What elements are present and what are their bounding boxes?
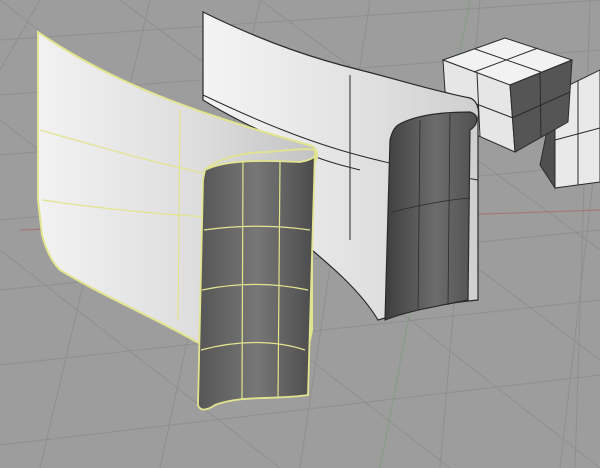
viewport-canvas[interactable] <box>0 0 600 468</box>
3d-viewport[interactable] <box>0 0 600 468</box>
